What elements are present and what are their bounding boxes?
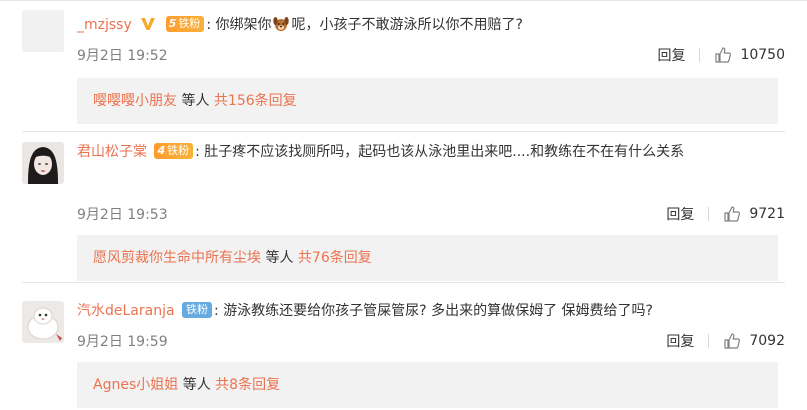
avatar[interactable]	[22, 10, 64, 52]
action-divider	[708, 207, 710, 221]
fan-level: 5	[168, 17, 177, 30]
fan-badge-text: 铁粉	[167, 144, 190, 157]
comment-text: _mzjssy 5 铁粉 : 你绑架你 呢，小孩子不敢游泳所以你不用赔了?	[77, 12, 785, 38]
blank-avatar-icon	[22, 10, 64, 52]
reply-suffix: 等人	[265, 250, 294, 266]
comment-username[interactable]: 汽水deLaranja	[77, 303, 175, 319]
colon-separator: :	[214, 303, 219, 319]
user-avatar-icon	[22, 142, 64, 184]
avatar[interactable]	[22, 142, 64, 184]
replies-summary[interactable]: 嘤嘤嘤小朋友 等人 共156条回复	[77, 78, 778, 124]
fan-level: 4	[157, 144, 166, 157]
reply-username[interactable]: Agnes小姐姐	[93, 377, 178, 393]
vip-v-icon	[141, 18, 156, 30]
comment-item: 君山松子棠 4 铁粉 : 肚子疼不应该找厕所吗，起码也该从泳池里出来吧....和教…	[0, 132, 807, 281]
reply-button[interactable]: 回复	[666, 204, 694, 224]
comment-text-part: 你绑架你	[215, 17, 272, 33]
fan-badge: 4 铁粉	[154, 143, 194, 159]
comment-date: 9月2日 19:59	[77, 334, 168, 350]
comment-item: _mzjssy 5 铁粉 : 你绑架你 呢，小孩子不敢游泳所以你不用赔了? 9月2…	[0, 0, 807, 130]
like-count: 7092	[749, 333, 785, 349]
reply-suffix: 等人	[182, 377, 211, 393]
user-avatar-icon	[22, 301, 64, 343]
colon-separator: :	[206, 17, 212, 33]
avatar[interactable]	[22, 301, 64, 343]
comment-date: 9月2日 19:53	[77, 207, 168, 223]
comment-text: 汽水deLaranja 铁粉 : 游泳教练还要给你孩子管屎管尿? 多出来的算做保…	[77, 298, 785, 324]
reply-suffix: 等人	[181, 93, 210, 109]
reply-username[interactable]: 愿风剪裁你生命中所有尘埃	[93, 250, 261, 266]
comment-text-part: 肚子疼不应该找厕所吗，起码也该从泳池里出来吧....和教练在不在有什么关系	[204, 144, 685, 160]
comment-text-part: 呢，小孩子不敢游泳所以你不用赔了?	[291, 17, 523, 33]
replies-summary[interactable]: Agnes小姐姐 等人 共8条回复	[77, 362, 778, 408]
dog-face-emoji-icon	[273, 16, 290, 31]
fan-badge-label: 5 铁粉	[165, 16, 205, 32]
like-count: 9721	[749, 206, 785, 222]
comment-username[interactable]: _mzjssy	[77, 17, 132, 33]
thumbs-up-icon	[724, 333, 741, 349]
reply-button[interactable]: 回复	[657, 45, 685, 65]
like-button[interactable]: 10750	[714, 46, 785, 64]
comment-text: 君山松子棠 4 铁粉 : 肚子疼不应该找厕所吗，起码也该从泳池里出来吧....和教…	[77, 139, 785, 165]
fan-badge-label: 铁粉	[182, 302, 213, 318]
colon-separator: :	[195, 144, 200, 160]
like-button[interactable]: 7092	[723, 332, 785, 350]
like-button[interactable]: 9721	[723, 205, 785, 223]
fan-badge: 5 铁粉	[165, 16, 205, 32]
reply-count-link[interactable]: 共156条回复	[214, 93, 297, 109]
reply-count-link[interactable]: 共76条回复	[298, 250, 372, 266]
comment-date: 9月2日 19:52	[77, 48, 168, 64]
replies-summary[interactable]: 愿风剪裁你生命中所有尘埃 等人 共76条回复	[77, 235, 778, 281]
fan-badge-label: 4 铁粉	[154, 143, 194, 159]
reply-username[interactable]: 嘤嘤嘤小朋友	[93, 93, 177, 109]
comment-item: 汽水deLaranja 铁粉 : 游泳教练还要给你孩子管屎管尿? 多出来的算做保…	[0, 283, 807, 410]
action-divider	[708, 334, 710, 348]
comment-text-part: 游泳教练还要给你孩子管屎管尿? 多出来的算做保姆了 保姆费给了吗?	[223, 303, 653, 319]
reply-button[interactable]: 回复	[666, 331, 694, 351]
comment-username[interactable]: 君山松子棠	[77, 144, 147, 160]
reply-count-link[interactable]: 共8条回复	[215, 377, 280, 393]
action-divider	[699, 48, 701, 62]
fan-badge-text: 铁粉	[178, 17, 201, 30]
thumbs-up-icon	[715, 47, 732, 63]
fan-badge: 铁粉	[182, 302, 213, 318]
thumbs-up-icon	[724, 206, 741, 222]
like-count: 10750	[740, 47, 785, 63]
